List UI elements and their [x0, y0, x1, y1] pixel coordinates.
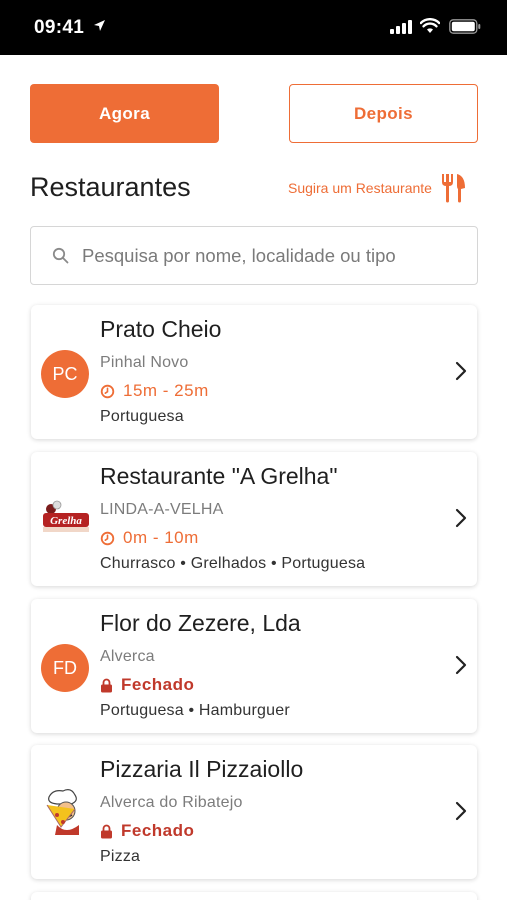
fork-knife-icon — [441, 174, 465, 203]
restaurant-card[interactable]: PC Prato Cheio Pinhal Novo 15m - 25m Por… — [31, 305, 477, 439]
restaurant-location: Alverca — [100, 648, 155, 665]
svg-text:Grelha: Grelha — [50, 515, 82, 527]
restaurant-cuisine-tags: Portuguesa • Hamburguer — [100, 702, 290, 719]
restaurant-cuisine-tags: Portuguesa — [100, 408, 184, 425]
restaurant-cuisine-tags: Churrasco • Grelhados • Portuguesa — [100, 555, 366, 572]
restaurant-name: Prato Cheio — [100, 316, 222, 342]
pizzaiollo-chef-logo — [46, 789, 79, 835]
search-icon — [52, 247, 69, 264]
delivery-time-text: 15m - 25m — [123, 381, 209, 400]
restaurant-name: Pizzaria Il Pizzaiollo — [100, 756, 304, 782]
search-input[interactable] — [82, 244, 442, 267]
restaurant-name: Flor do Zezere, Lda — [100, 610, 301, 636]
restaurant-name: Restaurante "A Grelha" — [100, 463, 338, 489]
lock-icon — [101, 824, 112, 838]
chevron-right-icon — [455, 361, 467, 381]
restaurant-card-partial[interactable] — [31, 892, 477, 900]
restaurant-card[interactable]: Grelha Restaurante "A Grelha" LINDA-A-VE… — [31, 452, 477, 586]
chevron-right-icon — [455, 655, 467, 675]
cellular-signal-icon — [390, 20, 412, 34]
restaurant-initials-avatar: PC — [41, 350, 89, 398]
restaurant-card[interactable]: FD Flor do Zezere, Lda Alverca Fechado P… — [31, 599, 477, 733]
delivery-time-text: 0m - 10m — [123, 528, 199, 547]
page-title: Restaurantes — [30, 172, 191, 202]
search-box[interactable] — [30, 226, 478, 285]
lock-icon — [101, 678, 112, 692]
later-tab-button[interactable]: Depois — [289, 84, 478, 143]
closed-status-text: Fechado — [121, 821, 195, 840]
wifi-icon — [420, 18, 440, 33]
delivery-time-status: 15m - 25m — [100, 381, 209, 401]
restaurant-location: Alverca do Ribatejo — [100, 794, 243, 811]
restaurant-location: LINDA-A-VELHA — [100, 501, 224, 518]
a-grelha-logo: Grelha — [43, 500, 89, 532]
closed-status: Fechado — [100, 821, 194, 841]
battery-icon — [449, 19, 481, 34]
closed-status-text: Fechado — [121, 675, 195, 694]
restaurant-location: Pinhal Novo — [100, 354, 189, 371]
suggest-restaurant-link[interactable]: Sugira um Restaurante — [288, 173, 466, 203]
status-bar: 09:41 — [0, 0, 507, 55]
suggest-restaurant-label: Sugira um Restaurante — [288, 180, 432, 196]
restaurant-card[interactable]: Pizzaria Il Pizzaiollo Alverca do Ribate… — [31, 745, 477, 879]
clock-icon — [100, 531, 115, 545]
now-tab-button[interactable]: Agora — [30, 84, 219, 143]
delivery-time-status: 0m - 10m — [100, 528, 199, 548]
restaurant-cuisine-tags: Pizza — [100, 848, 141, 865]
status-time: 09:41 — [34, 17, 85, 38]
location-arrow-icon — [94, 20, 105, 31]
restaurant-initials-avatar: FD — [41, 644, 89, 692]
chevron-right-icon — [455, 508, 467, 528]
clock-icon — [100, 384, 115, 398]
closed-status: Fechado — [100, 675, 194, 695]
chevron-right-icon — [455, 801, 467, 821]
